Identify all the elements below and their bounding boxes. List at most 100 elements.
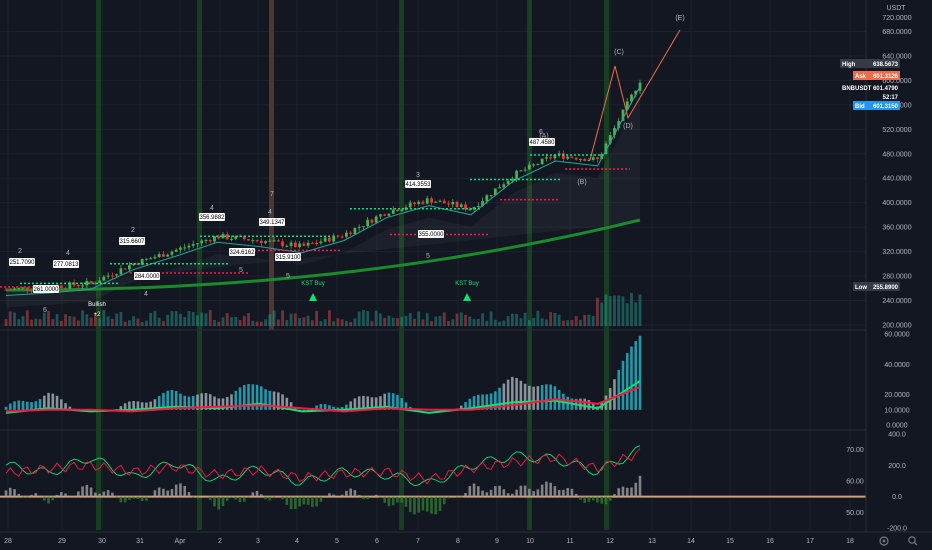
oscillator-2-bar xyxy=(285,496,289,505)
oscillator-histogram-bar xyxy=(583,398,586,410)
oscillator-2-bar xyxy=(557,489,561,497)
time-tick: 4 xyxy=(295,538,299,545)
volume-bar xyxy=(608,296,612,326)
volume-bar xyxy=(208,310,212,326)
oscillator-2-bar xyxy=(98,493,101,497)
oscillator-histogram-bar xyxy=(55,395,59,410)
volume-bar xyxy=(357,311,361,326)
oscillator-histogram-bar xyxy=(634,341,638,410)
oscillator-2-bar xyxy=(583,496,586,503)
volume-bar xyxy=(30,319,33,326)
candle-body xyxy=(64,288,67,290)
bid-tag: Bid 601.3150 xyxy=(853,101,900,110)
candle-body xyxy=(442,200,446,204)
oscillator-2-bar xyxy=(242,496,246,502)
volume-bar xyxy=(140,321,144,326)
volume-bar xyxy=(472,319,476,326)
volume-bar xyxy=(553,312,557,326)
wave-count: 6 xyxy=(43,307,47,314)
oscillator-2-bar xyxy=(315,496,318,507)
oscillator-histogram-bar xyxy=(528,385,531,410)
oscillator-2-bar xyxy=(191,496,195,498)
volume-bar xyxy=(264,319,267,326)
oscillator-2-bar xyxy=(332,494,335,497)
candle-body xyxy=(149,258,153,260)
oscillator-2-bar xyxy=(260,494,263,497)
candle-body xyxy=(119,268,123,275)
time-tick: 30 xyxy=(98,538,106,545)
candle-body xyxy=(298,243,301,248)
volume-bar xyxy=(123,321,127,326)
candle-body xyxy=(281,241,284,247)
volume-bar xyxy=(319,320,323,326)
oscillator-histogram-bar xyxy=(25,401,29,410)
time-tick: 31 xyxy=(136,538,144,545)
high-tag-label: High xyxy=(842,62,856,68)
oscillator-2-bar xyxy=(289,496,293,510)
candle-body xyxy=(102,276,106,281)
oscillator-2-bar xyxy=(60,492,63,497)
candle-body xyxy=(289,242,293,246)
candle-body xyxy=(527,164,531,170)
candle-body xyxy=(183,247,187,249)
candle-body xyxy=(387,213,391,216)
candle-body xyxy=(345,232,348,237)
wave-count: 4 xyxy=(66,250,70,257)
oscillator-histogram-bar xyxy=(519,380,523,410)
oscillator-2-bar xyxy=(579,496,582,501)
volume-bar xyxy=(464,314,467,326)
volume-bar xyxy=(174,311,178,326)
price-tick: 280.0000 xyxy=(882,274,911,281)
oscillator-histogram-bar xyxy=(613,379,616,410)
ask-tag-label: Ask xyxy=(855,74,867,80)
price-tick: 480.0000 xyxy=(882,151,911,158)
oscillator-2-bar xyxy=(353,490,357,497)
oscillator-histogram-bar xyxy=(4,406,8,410)
time-tick: 7 xyxy=(416,538,420,545)
oscillator-2-bar xyxy=(408,496,412,513)
oscillator-1-tick: 10.0000 xyxy=(884,407,909,414)
candle-body xyxy=(200,240,204,244)
oscillator-histogram-bar xyxy=(638,335,642,410)
volume-bar xyxy=(25,310,29,326)
oscillator-2-bar xyxy=(136,496,140,499)
candle-body xyxy=(468,209,472,211)
oscillator-2-bar xyxy=(553,486,557,497)
price-label: 414.3553 xyxy=(405,182,431,188)
volume-bar xyxy=(532,317,536,326)
oscillator-2-bar xyxy=(102,491,106,497)
last-price-value: 601.4790 xyxy=(873,86,899,92)
volume-bar xyxy=(72,316,76,326)
oscillator-2-bar xyxy=(625,487,629,497)
volume-bar xyxy=(255,321,259,326)
volume-bar xyxy=(502,320,506,326)
volume-bar xyxy=(221,317,225,326)
oscillator-2-bar xyxy=(638,475,642,497)
oscillator-histogram-bar xyxy=(536,386,540,410)
oscillator-1-tick: 0.0000 xyxy=(886,423,908,430)
oscillator-2-bar xyxy=(379,496,382,498)
volume-bar xyxy=(251,320,255,326)
candle-body xyxy=(417,201,421,204)
oscillator-2-bar xyxy=(477,486,480,497)
price-label: 349.1347 xyxy=(259,220,285,226)
volume-bar xyxy=(417,311,421,326)
oscillator-histogram-bar xyxy=(587,399,591,410)
volume-bar xyxy=(370,321,374,326)
ask-tag-value: 601.3126 xyxy=(873,74,899,80)
volume-bar xyxy=(136,318,140,326)
candle-body xyxy=(179,247,182,250)
candle-body xyxy=(251,240,255,242)
volume-bar xyxy=(170,311,174,326)
candle-body xyxy=(332,235,336,242)
oscillator-2-bar xyxy=(281,496,284,500)
wave-count: 4 xyxy=(210,205,214,212)
oscillator-2-bar xyxy=(123,496,127,503)
oscillator-2-bar xyxy=(179,483,182,497)
oscillator-2-bar xyxy=(417,496,421,513)
time-tick: 11 xyxy=(566,538,573,545)
volume-bar xyxy=(434,316,438,326)
oscillator-2-bar xyxy=(34,493,38,497)
chart-canvas[interactable]: USDT 720.0000 680.0000640.0000600.000056… xyxy=(0,0,932,550)
price-label: 355.0000 xyxy=(418,232,444,238)
